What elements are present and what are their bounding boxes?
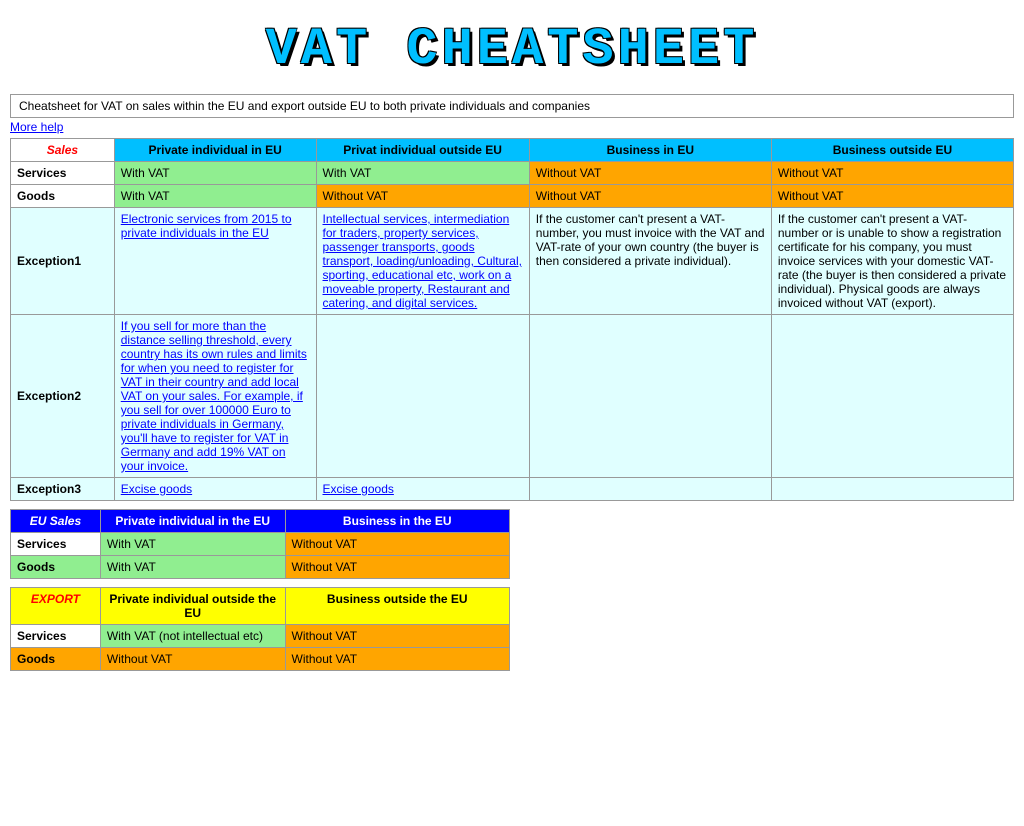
eu-sales-header: EU Sales Private individual in the EU Bu… (11, 510, 510, 533)
services-row: Services With VAT With VAT Without VAT W… (11, 162, 1014, 185)
main-table: Sales Private individual in EU Privat in… (10, 138, 1014, 501)
exception3-row: Exception3 Excise goods Excise goods (11, 478, 1014, 501)
export-goods-label: Goods (11, 648, 101, 671)
eu-goods-col2: With VAT (100, 556, 285, 579)
eu-services-row: Services With VAT Without VAT (11, 533, 510, 556)
exception1-business-eu: If the customer can't present a VAT-numb… (529, 208, 771, 315)
goods-private-eu: With VAT (114, 185, 316, 208)
exception2-private-eu-link[interactable]: If you sell for more than the distance s… (121, 319, 307, 473)
goods-business-eu: Without VAT (529, 185, 771, 208)
goods-row: Goods With VAT Without VAT Without VAT W… (11, 185, 1014, 208)
exception3-private-eu-link[interactable]: Excise goods (121, 482, 192, 496)
exception3-private-outside: Excise goods (316, 478, 529, 501)
export-services-col2: With VAT (not intellectual etc) (100, 625, 285, 648)
exception3-business-outside (771, 478, 1013, 501)
eu-header-col1: EU Sales (11, 510, 101, 533)
exception1-private-eu-link[interactable]: Electronic services from 2015 to private… (121, 212, 292, 240)
exception1-label: Exception1 (11, 208, 115, 315)
exception2-label: Exception2 (11, 315, 115, 478)
exception3-private-eu: Excise goods (114, 478, 316, 501)
services-business-eu: Without VAT (529, 162, 771, 185)
exception2-business-eu (529, 315, 771, 478)
exception2-business-outside (771, 315, 1013, 478)
export-services-col3: Without VAT (285, 625, 509, 648)
export-table: EXPORT Private individual outside the EU… (10, 587, 510, 671)
goods-business-outside: Without VAT (771, 185, 1013, 208)
more-help-link[interactable]: More help (10, 120, 1014, 134)
header-sales: Sales (11, 139, 115, 162)
export-header: EXPORT Private individual outside the EU… (11, 588, 510, 625)
header-private-outside: Privat individual outside EU (316, 139, 529, 162)
goods-private-outside: Without VAT (316, 185, 529, 208)
eu-goods-label: Goods (11, 556, 101, 579)
subtitle-text: Cheatsheet for VAT on sales within the E… (19, 99, 590, 113)
title-area: VAT CHEATSHEET (10, 10, 1014, 94)
exception1-private-outside-link[interactable]: Intellectual services, intermediation fo… (323, 212, 522, 310)
services-business-outside: Without VAT (771, 162, 1013, 185)
eu-services-col2: With VAT (100, 533, 285, 556)
eu-services-label: Services (11, 533, 101, 556)
exception3-label: Exception3 (11, 478, 115, 501)
header-business-outside: Business outside EU (771, 139, 1013, 162)
exception1-private-outside: Intellectual services, intermediation fo… (316, 208, 529, 315)
services-label: Services (11, 162, 115, 185)
header-private-eu: Private individual in EU (114, 139, 316, 162)
eu-header-col2: Private individual in the EU (100, 510, 285, 533)
services-private-outside: With VAT (316, 162, 529, 185)
exception2-private-eu: If you sell for more than the distance s… (114, 315, 316, 478)
exception1-private-eu: Electronic services from 2015 to private… (114, 208, 316, 315)
export-goods-col2: Without VAT (100, 648, 285, 671)
eu-services-col3: Without VAT (285, 533, 509, 556)
services-private-eu: With VAT (114, 162, 316, 185)
export-header-col2: Private individual outside the EU (100, 588, 285, 625)
main-title: VAT CHEATSHEET (10, 20, 1014, 79)
page-wrapper: VAT CHEATSHEET Cheatsheet for VAT on sal… (0, 0, 1024, 681)
header-business-eu: Business in EU (529, 139, 771, 162)
exception2-row: Exception2 If you sell for more than the… (11, 315, 1014, 478)
exception1-row: Exception1 Electronic services from 2015… (11, 208, 1014, 315)
export-goods-row: Goods Without VAT Without VAT (11, 648, 510, 671)
exception3-private-outside-link[interactable]: Excise goods (323, 482, 394, 496)
eu-header-col3: Business in the EU (285, 510, 509, 533)
export-header-col1: EXPORT (11, 588, 101, 625)
export-services-label: Services (11, 625, 101, 648)
main-table-header: Sales Private individual in EU Privat in… (11, 139, 1014, 162)
exception2-private-outside (316, 315, 529, 478)
subtitle-bar: Cheatsheet for VAT on sales within the E… (10, 94, 1014, 118)
eu-goods-row: Goods With VAT Without VAT (11, 556, 510, 579)
eu-sales-table: EU Sales Private individual in the EU Bu… (10, 509, 510, 579)
eu-goods-col3: Without VAT (285, 556, 509, 579)
export-goods-col3: Without VAT (285, 648, 509, 671)
goods-label: Goods (11, 185, 115, 208)
exception3-business-eu (529, 478, 771, 501)
exception1-business-outside: If the customer can't present a VAT-numb… (771, 208, 1013, 315)
export-services-row: Services With VAT (not intellectual etc)… (11, 625, 510, 648)
export-header-col3: Business outside the EU (285, 588, 509, 625)
